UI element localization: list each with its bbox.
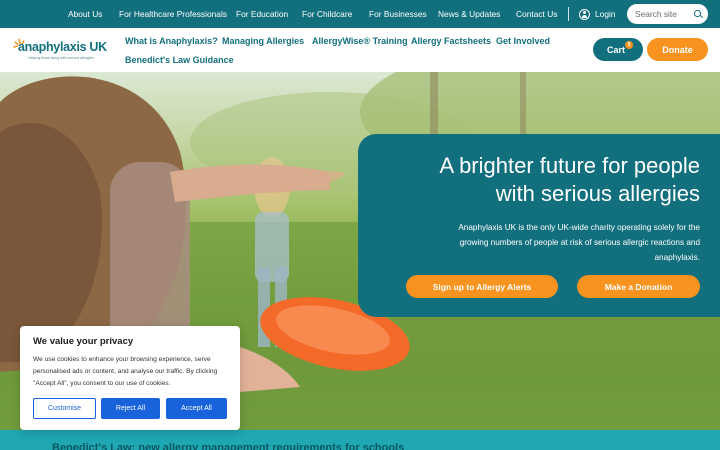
nav-allergywise-training[interactable]: AllergyWise® Training	[312, 36, 408, 46]
nav-what-is-anaphylaxis[interactable]: What is Anaphylaxis?	[125, 36, 218, 46]
make-donation-button[interactable]: Make a Donation	[577, 275, 700, 298]
top-link-healthcare[interactable]: For Healthcare Professionals	[119, 0, 227, 28]
top-link-contact-label[interactable]: Contact Us	[516, 9, 557, 19]
top-link-childcare-label[interactable]: For Childcare	[302, 9, 352, 19]
top-link-about[interactable]: About Us	[68, 0, 102, 28]
nav-allergy-factsheets[interactable]: Allergy Factsheets	[411, 36, 491, 46]
hero-title: A brighter future for people with seriou…	[380, 152, 701, 208]
cookie-title: We value your privacy	[33, 336, 134, 347]
top-link-news-label[interactable]: News & Updates	[438, 9, 500, 19]
cart-button[interactable]: Cart 0	[593, 38, 643, 61]
top-link-contact[interactable]: Contact Us	[516, 0, 557, 28]
logo-text: anaphylaxis UK	[18, 40, 107, 54]
logo-tagline: Helping those living with serious allerg…	[28, 56, 94, 60]
announcement-band: Benedict's Law: new allergy management r…	[0, 430, 720, 450]
donate-button[interactable]: Donate	[647, 38, 708, 61]
hero-description: Anaphylaxis UK is the only UK-wide chari…	[458, 223, 700, 262]
top-link-news[interactable]: News & Updates	[438, 0, 500, 28]
search-input[interactable]	[635, 4, 691, 24]
cart-count-badge: 0	[625, 41, 633, 49]
top-link-healthcare-label[interactable]: For Healthcare Professionals	[119, 9, 227, 19]
search-icon[interactable]	[694, 10, 701, 17]
nav-benedicts-law[interactable]: Benedict's Law Guidance	[125, 55, 234, 65]
allergy-alerts-button[interactable]: Sign up to Allergy Alerts	[406, 275, 558, 298]
announcement-text[interactable]: Benedict's Law: new allergy management r…	[52, 442, 404, 450]
nav-managing-allergies[interactable]: Managing Allergies	[222, 36, 304, 46]
top-link-about-label[interactable]: About Us	[68, 9, 102, 19]
hero-title-line-2: with serious allergies	[495, 181, 700, 206]
login-link[interactable]: Login	[579, 0, 616, 28]
nav-get-involved[interactable]: Get Involved	[496, 36, 550, 46]
top-link-businesses[interactable]: For Businesses	[369, 0, 427, 28]
logo[interactable]: anaphylaxis UK Helping those living with…	[12, 36, 112, 66]
cookie-consent-banner: We value your privacy We use cookies to …	[20, 326, 240, 430]
cookie-reject-button[interactable]: Reject All	[101, 398, 160, 419]
cookie-customise-button[interactable]: Customise	[33, 398, 96, 419]
cart-label: Cart	[606, 44, 625, 55]
utility-bar: About Us For Healthcare Professionals Fo…	[0, 0, 720, 28]
user-icon	[579, 8, 590, 20]
cookie-text: We use cookies to enhance your browsing …	[33, 356, 218, 387]
cookie-accept-button[interactable]: Accept All	[166, 398, 227, 419]
hero-title-line-1: A brighter future for people	[439, 153, 701, 178]
search-box[interactable]	[627, 4, 708, 24]
top-divider	[568, 7, 569, 21]
top-link-businesses-label[interactable]: For Businesses	[369, 9, 427, 19]
top-link-education[interactable]: For Education	[236, 0, 288, 28]
login-label: Login	[595, 9, 616, 19]
top-link-childcare[interactable]: For Childcare	[302, 0, 352, 28]
top-link-education-label[interactable]: For Education	[236, 9, 288, 19]
